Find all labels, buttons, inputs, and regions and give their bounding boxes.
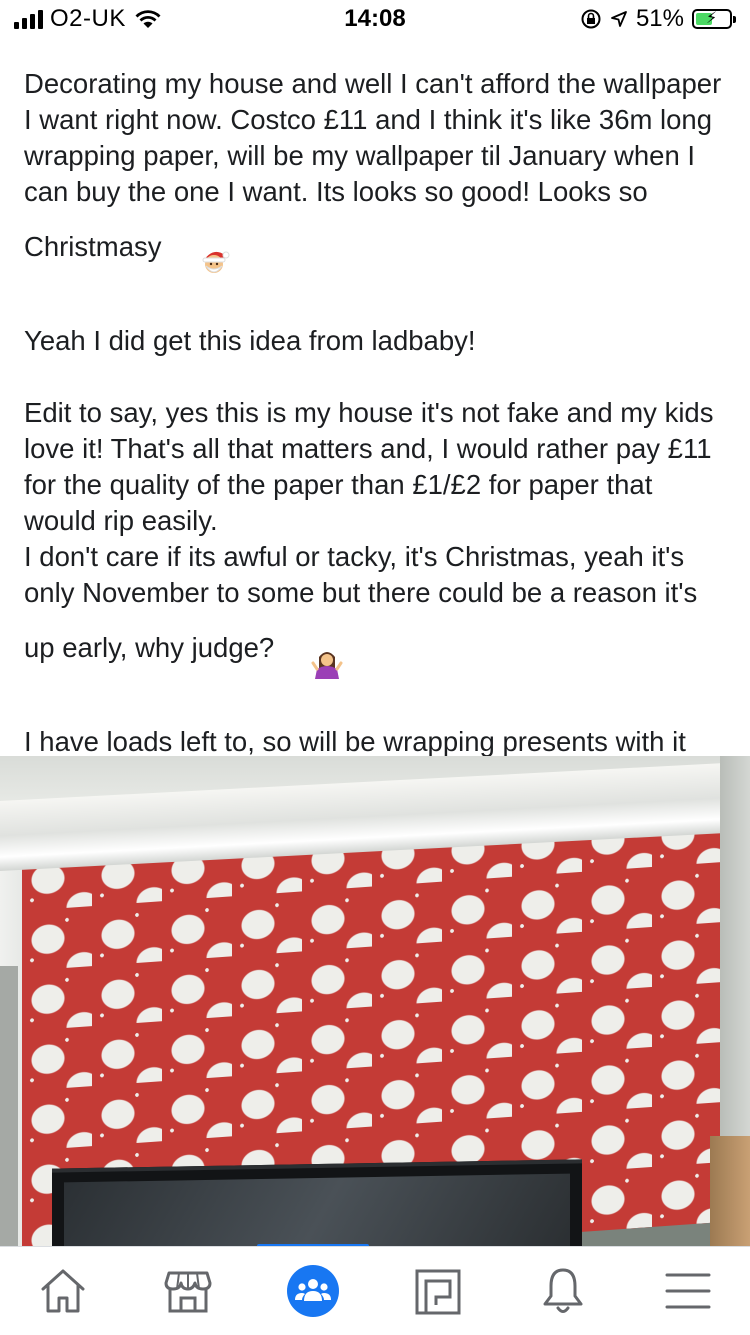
tab-groups[interactable] <box>273 1256 353 1326</box>
post-paragraph: I don't care if its awful or tacky, it's… <box>24 539 724 688</box>
menu-icon <box>665 1273 710 1309</box>
previous-post-edge <box>120 40 220 48</box>
post-photo[interactable] <box>0 756 750 1246</box>
shrug-emoji <box>280 611 343 688</box>
photo-door-frame <box>0 966 18 1246</box>
santa-emoji <box>168 210 231 287</box>
marketplace-icon <box>164 1271 211 1313</box>
tab-marketplace[interactable] <box>148 1256 228 1326</box>
battery-percent: 51% <box>635 5 684 32</box>
location-icon <box>611 11 627 27</box>
post-paragraph: Decorating my house and well I can't aff… <box>24 66 724 287</box>
bottom-tab-bar <box>0 1246 750 1335</box>
photo-television <box>52 1159 582 1246</box>
post-paragraph: Edit to say, yes this is my house it's n… <box>24 397 722 536</box>
status-bar: O2-UK 14:08 51% ⚡ <box>0 0 750 40</box>
pages-icon <box>415 1269 460 1315</box>
groups-icon <box>286 1265 339 1317</box>
tab-pages[interactable] <box>398 1256 478 1326</box>
tab-menu[interactable] <box>648 1256 728 1326</box>
status-right: 51% ⚡ <box>580 5 736 33</box>
bell-icon <box>543 1268 582 1313</box>
orientation-lock-icon <box>581 9 601 29</box>
post-paragraph: Yeah I did get this idea from ladbaby! <box>24 325 476 356</box>
tab-home[interactable] <box>23 1256 103 1326</box>
tab-notifications[interactable] <box>523 1256 603 1326</box>
post-body: Decorating my house and well I can't aff… <box>24 66 724 796</box>
photo-shelf <box>710 1136 750 1246</box>
battery-charging-icon: ⚡ <box>692 9 736 29</box>
home-icon <box>41 1269 84 1313</box>
